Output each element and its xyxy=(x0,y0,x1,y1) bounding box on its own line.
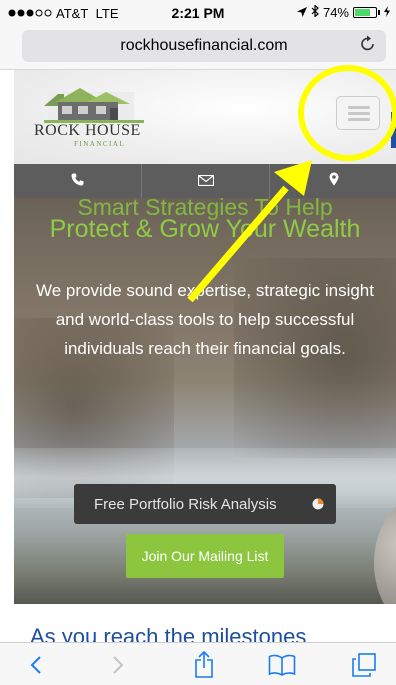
browser-address-area: rockhousefinancial.com xyxy=(0,26,396,70)
map-pin-icon xyxy=(329,172,339,190)
battery-fill xyxy=(355,9,370,16)
tabs-icon[interactable] xyxy=(344,649,384,681)
forward-icon[interactable] xyxy=(98,649,138,681)
free-portfolio-risk-analysis-button[interactable]: Free Portfolio Risk Analysis xyxy=(74,484,336,524)
status-bar: AT&T LTE 2:21 PM 74% xyxy=(0,0,396,26)
logo-tagline: FINANCIAL xyxy=(74,140,126,148)
location-button[interactable] xyxy=(270,164,396,198)
back-icon[interactable] xyxy=(16,649,56,681)
join-mailing-list-button[interactable]: Join Our Mailing List xyxy=(126,534,284,578)
hero-banner: Smart Strategies To Help Protect & Grow … xyxy=(14,198,396,604)
phone-button[interactable] xyxy=(14,164,141,198)
risk-button-label: Free Portfolio Risk Analysis xyxy=(94,495,277,513)
bluetooth-icon xyxy=(311,4,319,20)
bookmarks-icon[interactable] xyxy=(262,649,302,681)
location-arrow-icon xyxy=(296,5,307,20)
highlight-circle xyxy=(298,65,396,161)
hero-description: We provide sound expertise, strategic in… xyxy=(36,281,374,358)
browser-toolbar xyxy=(0,642,396,685)
battery-tip xyxy=(378,10,380,15)
mail-icon xyxy=(197,173,214,190)
address-bar[interactable]: rockhousefinancial.com xyxy=(22,30,386,62)
phone-icon xyxy=(71,173,84,190)
share-icon[interactable] xyxy=(184,649,224,681)
section-heading: As you reach the milestones xyxy=(30,624,307,642)
hero-rock xyxy=(374,498,396,604)
status-right: 74% xyxy=(296,4,390,20)
logo-name: ROCK HOUSE xyxy=(34,122,141,139)
mail-button[interactable] xyxy=(142,164,269,198)
reload-icon[interactable] xyxy=(360,34,376,58)
url-text[interactable]: rockhousefinancial.com xyxy=(22,37,386,55)
contact-bar xyxy=(14,164,396,198)
hero-title: Protect & Grow Your Wealth xyxy=(49,215,361,243)
pie-chart-icon xyxy=(312,498,324,510)
battery-percent: 74% xyxy=(322,5,349,20)
battery-icon xyxy=(353,7,377,18)
charging-icon xyxy=(384,5,390,20)
